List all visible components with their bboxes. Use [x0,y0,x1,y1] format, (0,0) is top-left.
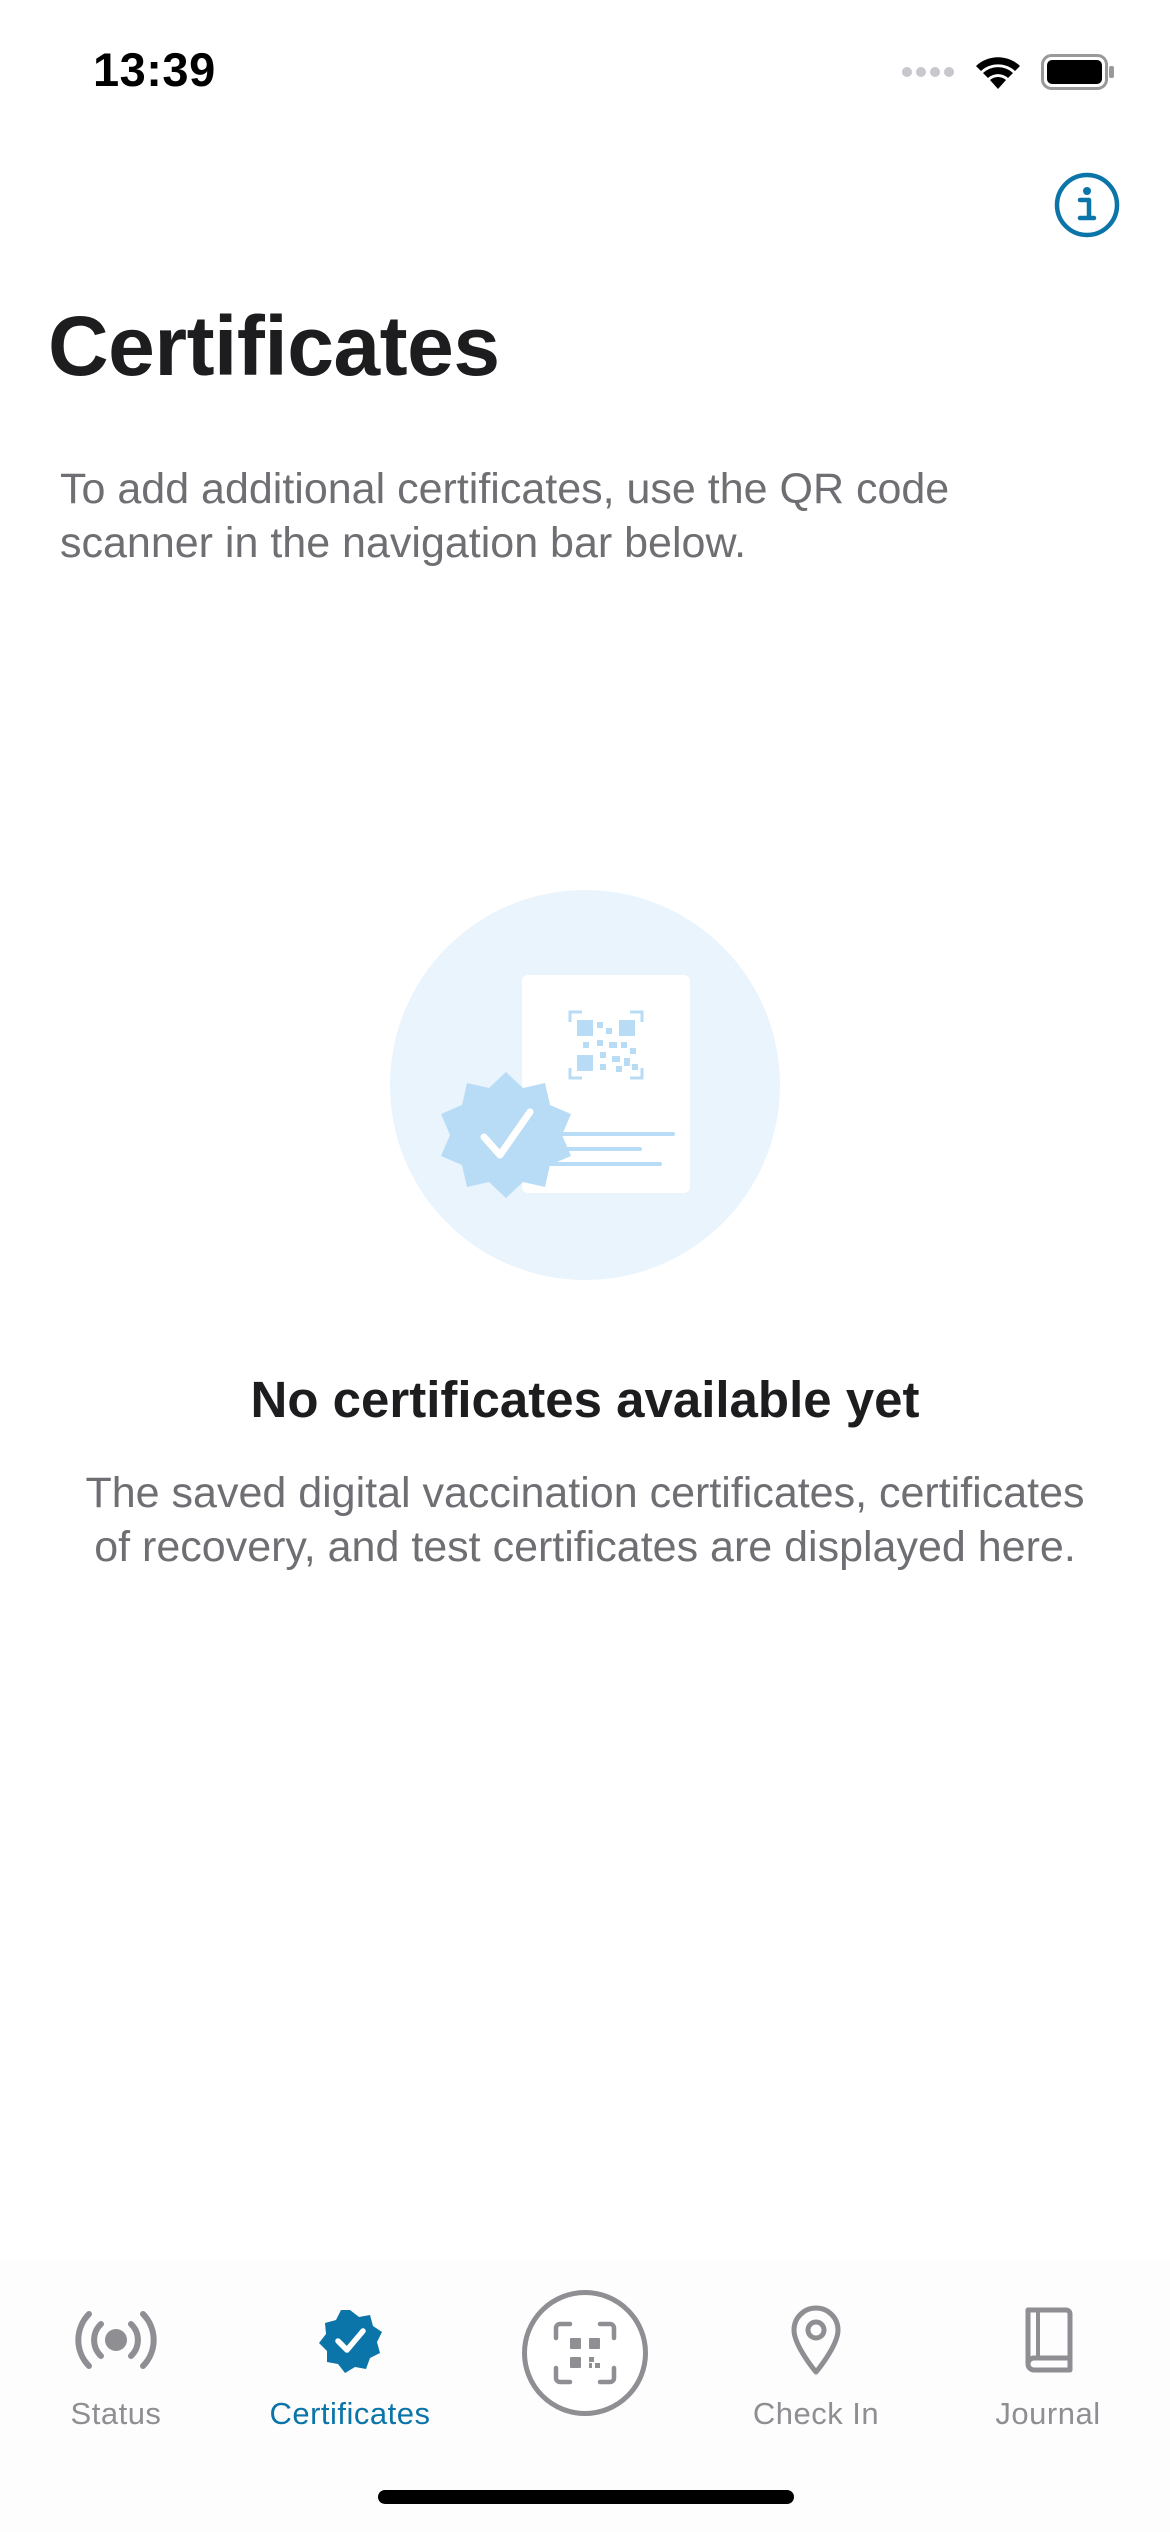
qr-scanner-button[interactable] [522,2290,648,2416]
qr-scanner-icon [553,2321,617,2385]
tab-label-journal: Journal [995,2396,1101,2431]
empty-state-title: No certificates available yet [250,1371,920,1428]
tab-label-status: Status [70,2396,162,2431]
page-subtitle: To add additional certificates, use the … [60,465,950,567]
info-button[interactable] [1054,172,1120,238]
status-time: 13:39 [93,43,216,96]
certificate-illustration-icon [390,890,780,1280]
location-pin-icon [791,2305,841,2375]
tab-label-certificates: Certificates [269,2396,431,2431]
status-bar: 13:39 [0,0,1170,140]
radio-waves-icon [75,2311,157,2369]
cellular-signal-icon [902,67,954,77]
tab-status[interactable]: Status [16,2300,216,2450]
book-icon [1025,2307,1073,2373]
tab-certificates[interactable]: Certificates [250,2300,450,2450]
page-title: Certificates [48,299,500,393]
status-icons [901,52,1115,92]
home-indicator[interactable] [378,2490,794,2504]
tab-label-check-in: Check In [752,2396,880,2431]
wifi-icon [976,57,1020,89]
info-circle-icon [1054,172,1120,238]
tab-check-in[interactable]: Check In [716,2300,916,2450]
battery-icon [1041,54,1114,90]
tab-journal[interactable]: Journal [948,2300,1148,2450]
verified-badge-icon [319,2310,382,2373]
tab-bar: Status Certificates Check In Journal [0,2260,1170,2532]
empty-state-illustration [390,890,780,1280]
empty-state-description: The saved digital vaccination certificat… [85,1469,1085,1571]
